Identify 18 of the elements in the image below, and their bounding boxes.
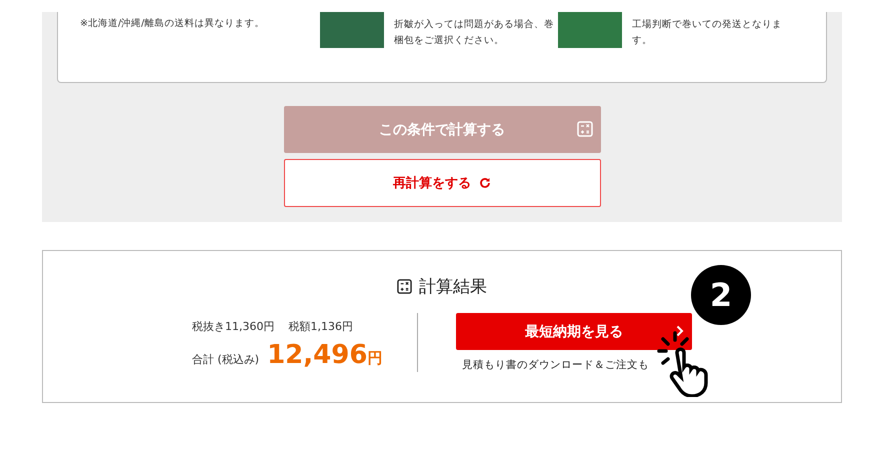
option-description: 工場判断で巻いての発送となります。 <box>632 18 783 48</box>
tax-text: 税額1,136円 <box>288 319 353 334</box>
photo-placeholder <box>558 12 622 48</box>
recalculate-button[interactable]: 再計算をする <box>284 159 600 207</box>
result-title: 計算結果 <box>419 276 487 298</box>
total-label: 合計 (税込み) <box>192 352 260 367</box>
refresh-icon <box>479 177 491 189</box>
shipping-note: ※北海道/沖縄/離島の送料は異なります。 <box>80 17 266 30</box>
step-badge: 2 <box>691 265 751 325</box>
subtotal-text: 税抜き 11,360円 <box>192 319 274 334</box>
photo-placeholder <box>320 12 384 48</box>
option-description: 折皺が入っては問題がある場合、巻梱包をご選択ください。 <box>394 18 554 48</box>
total-amount: 12,496円 <box>267 340 382 370</box>
calculator-icon <box>397 279 412 294</box>
chevron-right-icon <box>676 325 684 337</box>
calculator-icon <box>576 121 592 137</box>
download-note: 見積もり書のダウンロード＆ご注文も <box>462 358 650 372</box>
delivery-button[interactable]: 最短納期を見る <box>456 313 692 350</box>
